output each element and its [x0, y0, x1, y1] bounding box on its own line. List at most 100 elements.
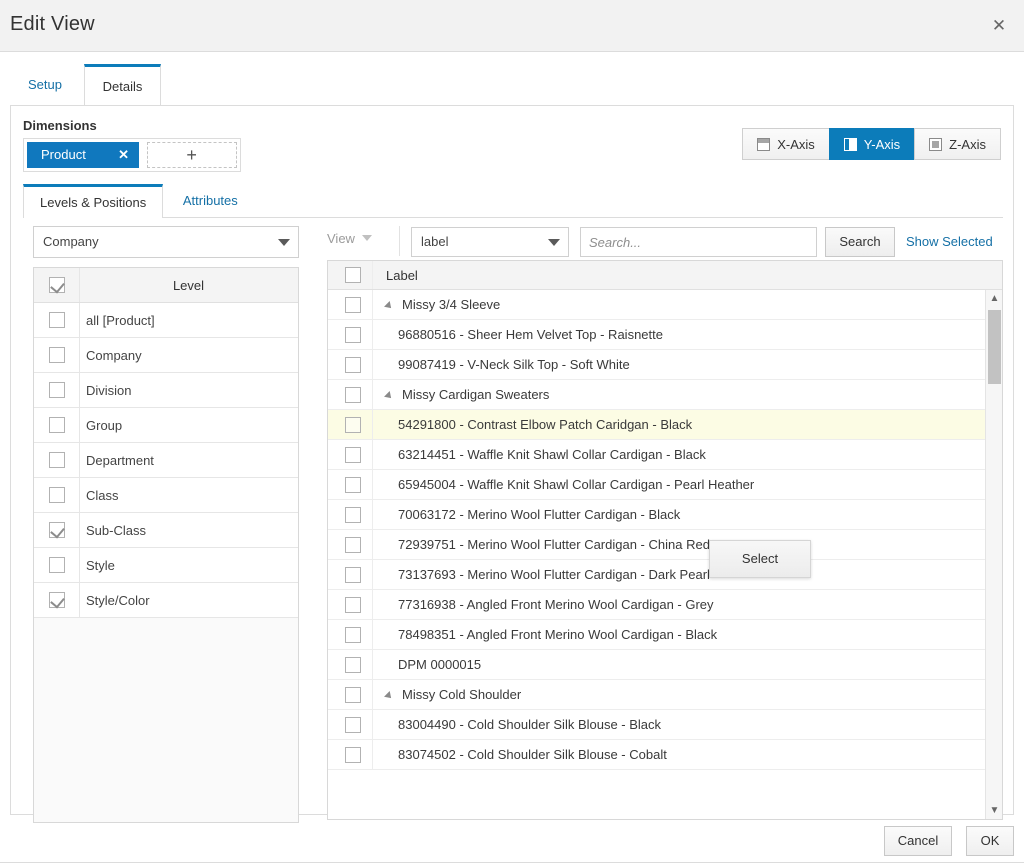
member-row[interactable]: 99087419 - V-Neck Silk Top - Soft White — [328, 350, 1002, 380]
member-row-label: Missy Cardigan Sweaters — [402, 387, 550, 402]
level-row-checkbox[interactable] — [49, 382, 65, 398]
level-row[interactable]: Class — [34, 478, 298, 513]
level-row-checkbox[interactable] — [49, 592, 65, 608]
tab-details[interactable]: Details — [83, 64, 162, 106]
z-axis-icon — [929, 138, 943, 151]
inner-tabs: Levels & Positions Attributes — [23, 184, 1003, 218]
member-row[interactable]: 78498351 - Angled Front Merino Wool Card… — [328, 620, 1002, 650]
level-row-checkbox[interactable] — [49, 347, 65, 363]
collapse-triangle-icon[interactable] — [384, 391, 394, 401]
close-icon[interactable]: ✕ — [118, 142, 129, 168]
member-group-row[interactable]: Missy Cardigan Sweaters — [328, 380, 1002, 410]
x-axis-label: X-Axis — [777, 137, 815, 152]
level-row-checkbox[interactable] — [49, 312, 65, 328]
y-axis-button[interactable]: Y-Axis — [828, 128, 916, 160]
x-axis-button[interactable]: X-Axis — [742, 128, 830, 160]
member-group-row[interactable]: Missy Cold Shoulder — [328, 680, 1002, 710]
member-group-row[interactable]: Missy 3/4 Sleeve — [328, 290, 1002, 320]
level-row-checkbox[interactable] — [49, 557, 65, 573]
level-row-checkbox[interactable] — [49, 487, 65, 503]
view-dropdown[interactable]: View — [327, 231, 372, 246]
member-row[interactable]: 63214451 - Waffle Knit Shawl Collar Card… — [328, 440, 1002, 470]
divider — [372, 740, 373, 769]
show-selected-link[interactable]: Show Selected — [906, 227, 993, 257]
collapse-triangle-icon[interactable] — [384, 301, 394, 311]
divider — [372, 560, 373, 589]
member-row[interactable]: 77316938 - Angled Front Merino Wool Card… — [328, 590, 1002, 620]
member-row-checkbox[interactable] — [345, 327, 361, 343]
level-row[interactable]: Department — [34, 443, 298, 478]
member-row-checkbox[interactable] — [345, 597, 361, 613]
member-row[interactable]: 70063172 - Merino Wool Flutter Cardigan … — [328, 500, 1002, 530]
member-row[interactable]: 54291800 - Contrast Elbow Patch Caridgan… — [328, 410, 1002, 440]
level-row-checkbox[interactable] — [49, 452, 65, 468]
chevron-down-icon[interactable]: ▼ — [986, 802, 1002, 819]
member-row[interactable]: 65945004 - Waffle Knit Shawl Collar Card… — [328, 470, 1002, 500]
level-row[interactable]: Division — [34, 373, 298, 408]
chevron-up-icon[interactable]: ▲ — [986, 290, 1002, 307]
member-row-checkbox[interactable] — [345, 387, 361, 403]
z-axis-button[interactable]: Z-Axis — [914, 128, 1001, 160]
member-row-checkbox[interactable] — [345, 657, 361, 673]
level-row[interactable]: all [Product] — [34, 303, 298, 338]
member-row-checkbox[interactable] — [345, 687, 361, 703]
member-row-label: 83074502 - Cold Shoulder Silk Blouse - C… — [398, 747, 667, 762]
member-row-checkbox[interactable] — [345, 447, 361, 463]
member-row-checkbox[interactable] — [345, 567, 361, 583]
level-row[interactable]: Group — [34, 408, 298, 443]
levels-select-all-checkbox[interactable] — [49, 277, 65, 293]
member-row-checkbox[interactable] — [345, 747, 361, 763]
context-menu-item-select[interactable]: Select — [710, 541, 810, 577]
member-row[interactable]: 72939751 - Merino Wool Flutter Cardigan … — [328, 530, 1002, 560]
tab-levels-and-positions[interactable]: Levels & Positions — [23, 184, 164, 218]
dimension-chip-product[interactable]: Product ✕ — [27, 142, 139, 168]
member-row-checkbox[interactable] — [345, 537, 361, 553]
member-row-label: 72939751 - Merino Wool Flutter Cardigan … — [398, 537, 710, 552]
search-field-dropdown[interactable]: label — [411, 227, 569, 257]
ok-button[interactable]: OK — [966, 826, 1014, 856]
divider — [79, 478, 80, 512]
levels-grid-header: Level — [34, 268, 298, 303]
level-row[interactable]: Sub-Class — [34, 513, 298, 548]
level-row-label: Division — [86, 383, 132, 398]
level-row[interactable]: Style/Color — [34, 583, 298, 618]
level-row-checkbox[interactable] — [49, 417, 65, 433]
member-row[interactable]: DPM 0000015 — [328, 650, 1002, 680]
search-field-value: label — [421, 234, 449, 249]
add-dimension-button[interactable]: + — [146, 142, 237, 168]
members-scrollbar[interactable]: ▲ ▼ — [985, 290, 1002, 819]
dialog-title: Edit View — [10, 13, 95, 35]
members-select-all-checkbox[interactable] — [345, 267, 361, 283]
scrollbar-thumb[interactable] — [988, 310, 1001, 384]
level-row[interactable]: Style — [34, 548, 298, 583]
member-row[interactable]: 83004490 - Cold Shoulder Silk Blouse - B… — [328, 710, 1002, 740]
divider — [79, 443, 80, 477]
cancel-button[interactable]: Cancel — [884, 826, 952, 856]
level-row-label: Class — [86, 488, 119, 503]
member-row-checkbox[interactable] — [345, 357, 361, 373]
member-row-checkbox[interactable] — [345, 627, 361, 643]
level-select[interactable]: Company — [33, 226, 299, 258]
member-row[interactable]: 83074502 - Cold Shoulder Silk Blouse - C… — [328, 740, 1002, 770]
tab-attributes[interactable]: Attributes — [167, 184, 254, 218]
level-row-label: Company — [86, 348, 142, 363]
level-row-label: Style/Color — [86, 593, 150, 608]
divider — [372, 470, 373, 499]
member-row-checkbox[interactable] — [345, 507, 361, 523]
dialog-titlebar: Edit View ✕ — [0, 0, 1024, 52]
member-row-checkbox[interactable] — [345, 297, 361, 313]
level-row-label: Sub-Class — [86, 523, 146, 538]
level-row[interactable]: Company — [34, 338, 298, 373]
close-icon[interactable]: ✕ — [988, 16, 1010, 38]
search-button[interactable]: Search — [825, 227, 895, 257]
tab-setup[interactable]: Setup — [10, 64, 80, 106]
member-row[interactable]: 73137693 - Merino Wool Flutter Cardigan … — [328, 560, 1002, 590]
member-row-checkbox[interactable] — [345, 717, 361, 733]
collapse-triangle-icon[interactable] — [384, 691, 394, 701]
context-menu: Select — [709, 540, 811, 578]
member-row-checkbox[interactable] — [345, 477, 361, 493]
member-row[interactable]: 96880516 - Sheer Hem Velvet Top - Raisne… — [328, 320, 1002, 350]
member-row-checkbox[interactable] — [345, 417, 361, 433]
level-row-checkbox[interactable] — [49, 522, 65, 538]
search-input[interactable] — [580, 227, 817, 257]
